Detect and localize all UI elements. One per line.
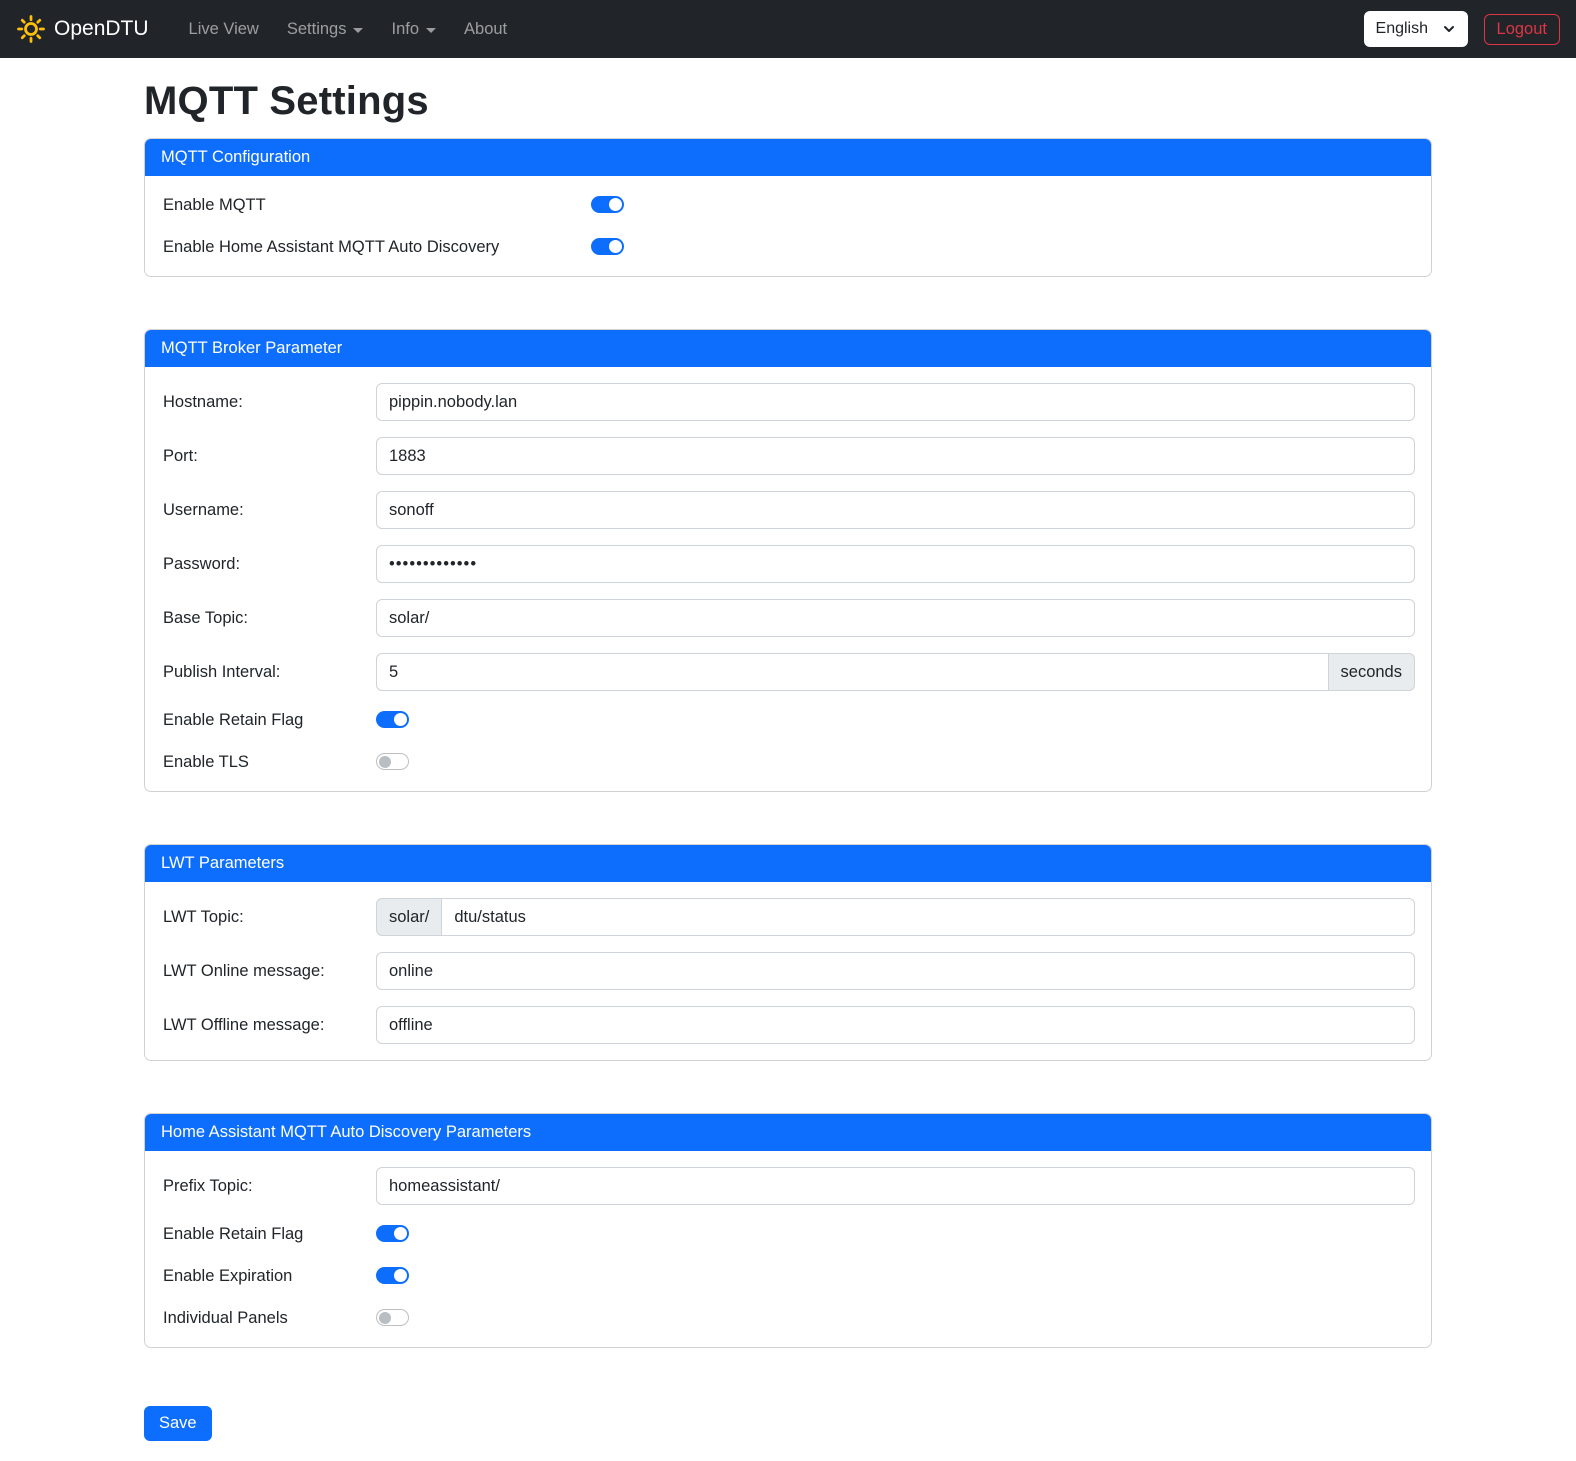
card-body: Prefix Topic: Enable Retain Flag Enable … bbox=[145, 1151, 1431, 1347]
chevron-down-icon bbox=[1442, 22, 1456, 36]
lwt-topic-row: LWT Topic: solar/ bbox=[161, 898, 1415, 936]
publish-interval-unit: seconds bbox=[1329, 653, 1415, 691]
sun-icon bbox=[16, 14, 46, 44]
mqtt-configuration-card: MQTT Configuration Enable MQTT Enable Ho… bbox=[144, 138, 1432, 277]
mqtt-broker-card: MQTT Broker Parameter Hostname: Port: Us… bbox=[144, 329, 1432, 792]
nav-item-live-view[interactable]: Live View bbox=[175, 12, 273, 47]
language-select[interactable]: English bbox=[1364, 11, 1468, 47]
nav-item-settings[interactable]: Settings bbox=[273, 12, 378, 47]
save-button[interactable]: Save bbox=[144, 1406, 212, 1441]
username-input[interactable] bbox=[376, 491, 1415, 529]
enable-tls-toggle[interactable] bbox=[376, 753, 409, 770]
port-label: Port: bbox=[161, 447, 376, 466]
individual-panels-row: Individual Panels bbox=[161, 1305, 1415, 1331]
ha-retain-label: Enable Retain Flag bbox=[161, 1225, 376, 1244]
lwt-offline-row: LWT Offline message: bbox=[161, 1006, 1415, 1044]
base-topic-row: Base Topic: bbox=[161, 599, 1415, 637]
enable-tls-row: Enable TLS bbox=[161, 749, 1415, 775]
lwt-topic-prefix: solar/ bbox=[376, 898, 441, 936]
prefix-topic-input[interactable] bbox=[376, 1167, 1415, 1205]
lwt-offline-label: LWT Offline message: bbox=[161, 1016, 376, 1035]
caret-down-icon bbox=[426, 28, 436, 33]
hostname-row: Hostname: bbox=[161, 383, 1415, 421]
logout-button[interactable]: Logout bbox=[1484, 14, 1560, 45]
prefix-topic-label: Prefix Topic: bbox=[161, 1177, 376, 1196]
enable-ha-discovery-row: Enable Home Assistant MQTT Auto Discover… bbox=[161, 234, 1415, 260]
password-label: Password: bbox=[161, 555, 376, 574]
card-title: Home Assistant MQTT Auto Discovery Param… bbox=[145, 1114, 1431, 1151]
page-title: MQTT Settings bbox=[144, 79, 1432, 124]
caret-down-icon bbox=[353, 28, 363, 33]
ha-expiration-toggle[interactable] bbox=[376, 1267, 409, 1284]
card-title: MQTT Broker Parameter bbox=[145, 330, 1431, 367]
nav-item-label: About bbox=[464, 20, 507, 39]
navbar-brand[interactable]: OpenDTU bbox=[16, 14, 149, 44]
enable-mqtt-label: Enable MQTT bbox=[161, 196, 591, 215]
ha-expiration-label: Enable Expiration bbox=[161, 1267, 376, 1286]
hostname-input[interactable] bbox=[376, 383, 1415, 421]
password-input[interactable] bbox=[376, 545, 1415, 583]
card-body: LWT Topic: solar/ LWT Online message: LW… bbox=[145, 882, 1431, 1060]
password-row: Password: bbox=[161, 545, 1415, 583]
top-navbar: OpenDTU Live View Settings Info About En… bbox=[0, 0, 1576, 58]
publish-interval-input[interactable] bbox=[376, 653, 1329, 691]
port-input[interactable] bbox=[376, 437, 1415, 475]
brand-label: OpenDTU bbox=[54, 17, 149, 41]
enable-retain-row: Enable Retain Flag bbox=[161, 707, 1415, 733]
username-row: Username: bbox=[161, 491, 1415, 529]
card-body: Enable MQTT Enable Home Assistant MQTT A… bbox=[145, 176, 1431, 276]
page-container: MQTT Settings MQTT Configuration Enable … bbox=[144, 79, 1432, 1461]
ha-retain-row: Enable Retain Flag bbox=[161, 1221, 1415, 1247]
nav-item-label: Live View bbox=[189, 20, 259, 39]
ha-retain-toggle[interactable] bbox=[376, 1225, 409, 1242]
nav-item-info[interactable]: Info bbox=[377, 12, 450, 47]
lwt-topic-input[interactable] bbox=[441, 898, 1415, 936]
lwt-topic-label: LWT Topic: bbox=[161, 908, 376, 927]
lwt-online-row: LWT Online message: bbox=[161, 952, 1415, 990]
prefix-topic-row: Prefix Topic: bbox=[161, 1167, 1415, 1205]
nav-item-about[interactable]: About bbox=[450, 12, 521, 47]
ha-discovery-card: Home Assistant MQTT Auto Discovery Param… bbox=[144, 1113, 1432, 1348]
publish-interval-label: Publish Interval: bbox=[161, 663, 376, 682]
hostname-label: Hostname: bbox=[161, 393, 376, 412]
language-selected-label: English bbox=[1376, 20, 1428, 38]
navbar-right: English Logout bbox=[1364, 11, 1560, 47]
card-title: LWT Parameters bbox=[145, 845, 1431, 882]
base-topic-input[interactable] bbox=[376, 599, 1415, 637]
individual-panels-label: Individual Panels bbox=[161, 1309, 376, 1328]
nav-item-label: Info bbox=[391, 20, 419, 39]
enable-ha-discovery-toggle[interactable] bbox=[591, 238, 624, 255]
port-row: Port: bbox=[161, 437, 1415, 475]
base-topic-label: Base Topic: bbox=[161, 609, 376, 628]
publish-interval-row: Publish Interval: seconds bbox=[161, 653, 1415, 691]
enable-retain-label: Enable Retain Flag bbox=[161, 711, 376, 730]
enable-tls-label: Enable TLS bbox=[161, 753, 376, 772]
ha-expiration-row: Enable Expiration bbox=[161, 1263, 1415, 1289]
lwt-online-label: LWT Online message: bbox=[161, 962, 376, 981]
card-body: Hostname: Port: Username: Password: Base… bbox=[145, 367, 1431, 791]
nav-item-label: Settings bbox=[287, 20, 347, 39]
card-title: MQTT Configuration bbox=[145, 139, 1431, 176]
enable-ha-discovery-label: Enable Home Assistant MQTT Auto Discover… bbox=[161, 238, 591, 257]
enable-retain-toggle[interactable] bbox=[376, 711, 409, 728]
lwt-parameters-card: LWT Parameters LWT Topic: solar/ LWT Onl… bbox=[144, 844, 1432, 1061]
individual-panels-toggle[interactable] bbox=[376, 1309, 409, 1326]
enable-mqtt-toggle[interactable] bbox=[591, 196, 624, 213]
lwt-online-input[interactable] bbox=[376, 952, 1415, 990]
main-nav: Live View Settings Info About bbox=[175, 12, 522, 47]
username-label: Username: bbox=[161, 501, 376, 520]
enable-mqtt-row: Enable MQTT bbox=[161, 192, 1415, 218]
lwt-offline-input[interactable] bbox=[376, 1006, 1415, 1044]
